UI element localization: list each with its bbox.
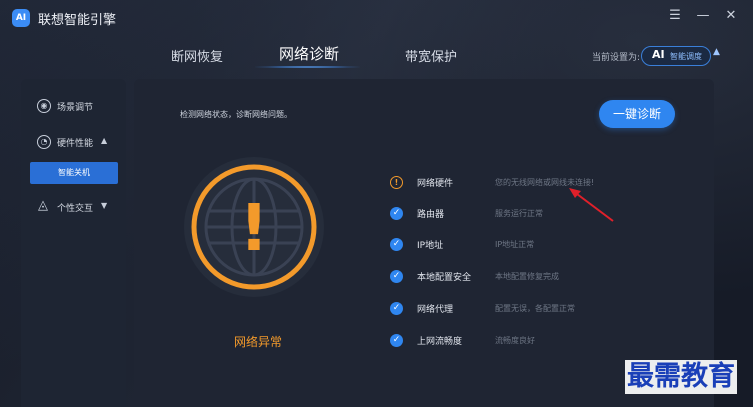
network-status-text: 网络异常 (234, 335, 283, 349)
check-status: IP地址正常 (495, 240, 535, 249)
check-name: 网络代理 (417, 305, 454, 315)
check-name: 路由器 (417, 210, 445, 220)
target-icon: ◉ (37, 99, 51, 113)
check-circle-icon: ✓ (390, 207, 403, 220)
main-panel: 检测网络状态，诊断网络问题。 一键诊断 ! 网络异常 ! 网络硬件 您的无线网络… (134, 79, 714, 407)
menu-button[interactable]: ☰ (666, 8, 684, 23)
page-description: 检测网络状态，诊断网络问题。 (180, 110, 292, 119)
check-row-router: ✓ 路由器 服务运行正常 (390, 207, 710, 223)
check-circle-icon: ✓ (390, 334, 403, 347)
check-row-local-config: ✓ 本地配置安全 本地配置修复完成 (390, 270, 710, 286)
title-bar: AI 联想智能引擎 ☰ — ✕ (0, 0, 753, 36)
close-button[interactable]: ✕ (722, 8, 740, 23)
mode-label: 当前设置为: (592, 53, 641, 63)
check-name: IP地址 (417, 241, 444, 251)
check-circle-icon: ✓ (390, 238, 403, 251)
check-status: 配置无误，各配置正常 (495, 304, 575, 313)
exclamation-icon: ! (239, 192, 268, 266)
tab-bandwidth-protection[interactable]: 带宽保护 (405, 46, 457, 65)
one-click-diagnose-button[interactable]: 一键诊断 (599, 100, 675, 128)
check-status: 本地配置修复完成 (495, 272, 559, 281)
sidebar-item-label: 个性交互 (57, 204, 94, 214)
chevron-down-icon: ▼ (101, 201, 108, 210)
app-title: 联想智能引擎 (38, 13, 117, 28)
minimize-button[interactable]: — (694, 8, 712, 23)
active-tab-indicator (255, 66, 360, 68)
check-name: 网络硬件 (417, 179, 454, 189)
check-name: 上网流畅度 (417, 337, 463, 347)
check-row-hardware: ! 网络硬件 您的无线网络或网线未连接! (390, 176, 710, 192)
check-status: 服务运行正常 (495, 209, 543, 218)
network-status-globe-icon: ! (182, 155, 326, 299)
annotation-arrow-icon (569, 188, 614, 222)
chevron-up-icon: ▲ (101, 136, 108, 145)
check-row-smoothness: ✓ 上网流畅度 流畅度良好 (390, 334, 710, 350)
check-circle-icon: ✓ (390, 302, 403, 315)
sidebar: ◉ 场景调节 ◔ 硬件性能 ▲ 智能关机 ◬ 个性交互 ▼ (21, 79, 126, 407)
sidebar-item-hardware[interactable]: ◔ 硬件性能 ▲ (21, 132, 126, 154)
sidebar-item-label: 硬件性能 (57, 139, 94, 149)
check-row-ip: ✓ IP地址 IP地址正常 (390, 238, 710, 254)
chevron-up-icon[interactable]: ▲ (713, 47, 720, 57)
triangle-nodes-icon: ◬ (38, 198, 48, 213)
check-name: 本地配置安全 (417, 273, 472, 283)
warning-icon: ! (390, 176, 403, 189)
sidebar-subitem-smart-shutdown[interactable]: 智能关机 (30, 162, 118, 184)
gauge-icon: ◔ (37, 135, 51, 149)
watermark-logo: 最需教育 (625, 360, 737, 394)
mode-selector[interactable]: AI 智能调度 (641, 46, 711, 66)
tab-network-recovery[interactable]: 断网恢复 (171, 46, 223, 65)
ai-badge-icon: AI (652, 48, 665, 61)
check-row-proxy: ✓ 网络代理 配置无误，各配置正常 (390, 302, 710, 318)
mode-value: 智能调度 (670, 52, 702, 61)
sidebar-item-personal-interaction[interactable]: ◬ 个性交互 ▼ (21, 197, 126, 219)
sidebar-item-label: 场景调节 (57, 103, 94, 113)
sidebar-item-scene[interactable]: ◉ 场景调节 (21, 96, 126, 118)
check-circle-icon: ✓ (390, 270, 403, 283)
tab-network-diagnosis[interactable]: 网络诊断 (279, 43, 339, 64)
check-status: 流畅度良好 (495, 336, 535, 345)
app-logo-icon: AI (12, 9, 30, 27)
